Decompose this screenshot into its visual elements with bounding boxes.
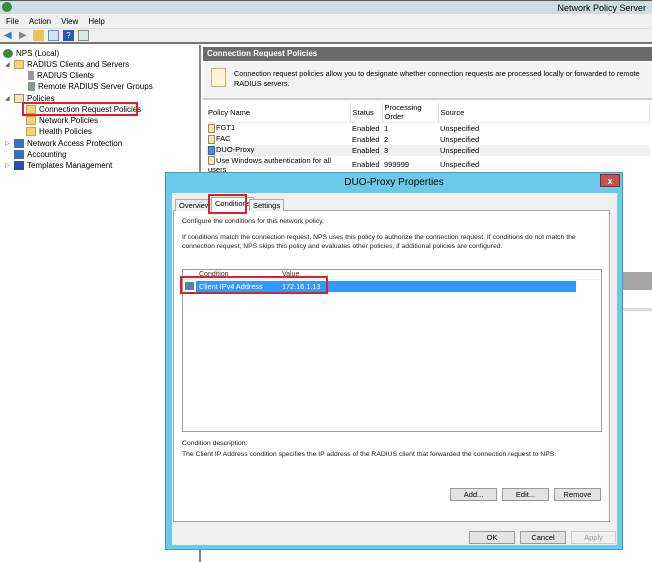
description-text: Connection request policies allow you to… — [234, 69, 640, 88]
table-row[interactable]: DUO-Proxy Enabled 3 Unspecified — [206, 144, 650, 156]
window-title: Network Policy Server — [557, 3, 646, 13]
action-pane-icon[interactable] — [78, 30, 89, 41]
expanded-icon[interactable]: ◢ — [5, 61, 11, 68]
tree-label: NPS (Local) — [16, 49, 60, 58]
folder-icon — [14, 60, 24, 69]
folder-icon — [26, 127, 36, 136]
policy-name: FGT1 — [216, 123, 236, 133]
condition-description-label: Condition description: — [182, 440, 248, 447]
cancel-button[interactable]: Cancel — [520, 531, 566, 544]
column-policy-name[interactable]: Policy Name — [206, 102, 351, 123]
policy-source: Unspecified — [438, 144, 650, 156]
close-button[interactable]: x — [600, 174, 620, 187]
nap-icon — [14, 139, 24, 148]
policy-name: FAC — [216, 134, 231, 144]
info-text-line2: connection request, NPS skips this polic… — [182, 243, 503, 250]
dialog-title: DUO-Proxy Properties — [344, 177, 444, 188]
table-row[interactable]: FAC Enabled 2 Unspecified — [206, 134, 650, 145]
menu-view[interactable]: View — [61, 17, 78, 26]
ok-button[interactable]: OK — [469, 531, 515, 544]
tree-label: Network Access Protection — [27, 139, 123, 148]
collapsed-icon[interactable]: ▷ — [5, 140, 11, 147]
properties-dialog: DUO-Proxy Properties x Configure the con… — [165, 172, 623, 550]
column-source[interactable]: Source — [438, 102, 650, 123]
forward-icon[interactable]: ▶ — [18, 30, 29, 41]
menu-bar: File Action View Help — [0, 14, 652, 28]
folder-icon — [26, 116, 36, 125]
tree-radius-clients[interactable]: RADIUS Clients — [28, 70, 94, 81]
menu-help[interactable]: Help — [88, 17, 104, 26]
policy-icon — [208, 134, 215, 144]
policy-status: Enabled — [350, 144, 382, 156]
tree-label: RADIUS Clients — [37, 71, 94, 80]
apply-button[interactable]: Apply — [571, 531, 616, 544]
tree-radius-clients-servers[interactable]: ◢ RADIUS Clients and Servers — [5, 59, 129, 70]
policy-order: 3 — [382, 144, 438, 156]
tree-label: RADIUS Clients and Servers — [27, 60, 130, 69]
highlight-box — [180, 276, 328, 294]
show-hide-tree-icon[interactable] — [48, 30, 59, 41]
table-row[interactable]: FGT1 Enabled 1 Unspecified — [206, 123, 650, 134]
table-header: Policy Name Status Processing Order Sour… — [206, 102, 650, 123]
accounting-icon — [14, 150, 24, 159]
tree-label: Health Policies — [39, 127, 92, 136]
column-status[interactable]: Status — [350, 102, 383, 123]
policy-order: 2 — [384, 134, 389, 144]
expanded-icon[interactable]: ◢ — [5, 95, 11, 102]
tab-panel-conditions: Configure the conditions for this networ… — [173, 210, 610, 522]
pane-header: Connection Request Policies — [203, 47, 652, 61]
policy-order: 1 — [384, 123, 389, 133]
templates-icon — [14, 161, 24, 170]
back-icon[interactable]: ◀ — [3, 30, 14, 41]
document-icon — [211, 68, 226, 87]
tree-label: Accounting — [27, 150, 67, 159]
column-processing-order[interactable]: Processing Order — [382, 102, 439, 123]
app-icon — [2, 2, 12, 12]
tree-remote-radius-groups[interactable]: Remote RADIUS Server Groups — [28, 81, 153, 92]
policy-table: Policy Name Status Processing Order Sour… — [206, 102, 650, 174]
server-group-icon — [28, 82, 35, 91]
policy-icon — [208, 156, 215, 166]
tree-health-policies[interactable]: Health Policies — [26, 126, 92, 137]
tree-network-access-protection[interactable]: ▷ Network Access Protection — [5, 138, 122, 149]
tree-nps-local[interactable]: NPS (Local) — [3, 48, 59, 59]
policy-source: Unspecified — [440, 134, 480, 144]
pane-description: Connection request policies allow you to… — [203, 62, 652, 100]
collapsed-icon[interactable]: ▷ — [5, 162, 11, 169]
toolbar: ◀ ▶ ? — [0, 28, 652, 44]
globe-icon — [3, 49, 13, 58]
intro-text: Configure the conditions for this networ… — [182, 218, 324, 225]
tab-settings[interactable]: Settings — [249, 199, 285, 211]
title-bar: Network Policy Server — [0, 0, 652, 14]
policy-status: Enabled — [352, 134, 380, 144]
highlight-box — [22, 102, 138, 116]
tree-network-policies[interactable]: Network Policies — [26, 115, 98, 126]
policy-icon — [208, 145, 215, 155]
menu-file[interactable]: File — [6, 17, 19, 26]
tree-templates-management[interactable]: ▷ Templates Management — [5, 160, 112, 171]
up-folder-icon[interactable] — [33, 30, 44, 41]
tree-label: Templates Management — [27, 161, 113, 170]
tree-label: Network Policies — [39, 116, 99, 125]
remove-button[interactable]: Remove — [554, 488, 601, 501]
dialog-body: Configure the conditions for this networ… — [172, 193, 617, 545]
server-icon — [28, 71, 34, 80]
tree-label: Remote RADIUS Server Groups — [38, 82, 153, 91]
add-button[interactable]: Add... — [450, 488, 497, 501]
highlight-box — [208, 194, 247, 214]
tree-accounting[interactable]: Accounting — [14, 149, 67, 160]
help-icon[interactable]: ? — [63, 30, 74, 41]
info-text: If conditions match the connection reque… — [182, 233, 602, 251]
edit-button[interactable]: Edit... — [502, 488, 549, 501]
info-text-line1: If conditions match the connection reque… — [182, 234, 576, 241]
policy-name: DUO-Proxy — [216, 145, 255, 155]
policy-status: Enabled — [352, 123, 380, 133]
policy-source: Unspecified — [440, 123, 480, 133]
policy-icon — [208, 124, 215, 133]
condition-description-text: The Client IP Address condition specifie… — [182, 451, 557, 458]
menu-action[interactable]: Action — [29, 17, 51, 26]
